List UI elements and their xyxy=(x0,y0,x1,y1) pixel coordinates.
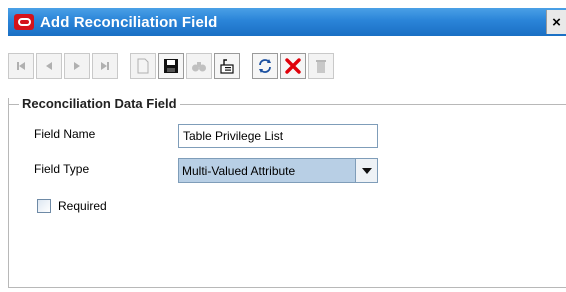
chevron-down-icon xyxy=(361,167,372,174)
trash-button[interactable] xyxy=(308,53,334,79)
refresh-button[interactable] xyxy=(252,53,278,79)
find-icon xyxy=(192,62,206,72)
section-title: Reconciliation Data Field xyxy=(19,96,180,112)
first-record-button[interactable] xyxy=(8,53,34,79)
query-button[interactable] xyxy=(214,53,240,79)
find-button[interactable] xyxy=(186,53,212,79)
previous-record-button[interactable] xyxy=(36,53,62,79)
field-type-select[interactable]: Multi-Valued Attribute xyxy=(178,158,378,183)
refresh-icon xyxy=(259,59,271,73)
query-icon xyxy=(220,59,234,74)
oracle-logo-icon xyxy=(14,14,34,30)
save-button[interactable] xyxy=(158,53,184,79)
dialog-title: Add Reconciliation Field xyxy=(40,13,218,31)
toolbar xyxy=(8,46,566,86)
new-document-icon xyxy=(137,58,149,74)
required-checkbox[interactable] xyxy=(37,199,51,213)
first-record-icon xyxy=(17,62,25,70)
field-name-input[interactable]: Table Privilege List xyxy=(178,124,378,148)
dialog-title-bar[interactable]: Add Reconciliation Field × xyxy=(8,8,566,36)
dropdown-arrow-button[interactable] xyxy=(355,159,377,182)
close-button[interactable]: × xyxy=(546,10,566,34)
next-record-button[interactable] xyxy=(64,53,90,79)
delete-icon xyxy=(285,58,301,74)
last-record-button[interactable] xyxy=(92,53,118,79)
field-type-selected-value: Multi-Valued Attribute xyxy=(179,159,355,182)
trash-icon xyxy=(316,60,326,73)
save-icon xyxy=(164,59,178,73)
field-type-label: Field Type xyxy=(34,162,90,176)
field-name-label: Field Name xyxy=(34,127,96,141)
previous-record-icon xyxy=(46,62,52,70)
delete-button[interactable] xyxy=(280,53,306,79)
new-button[interactable] xyxy=(130,53,156,79)
next-record-icon xyxy=(74,62,80,70)
required-label: Required xyxy=(58,199,107,213)
last-record-icon xyxy=(101,62,109,70)
